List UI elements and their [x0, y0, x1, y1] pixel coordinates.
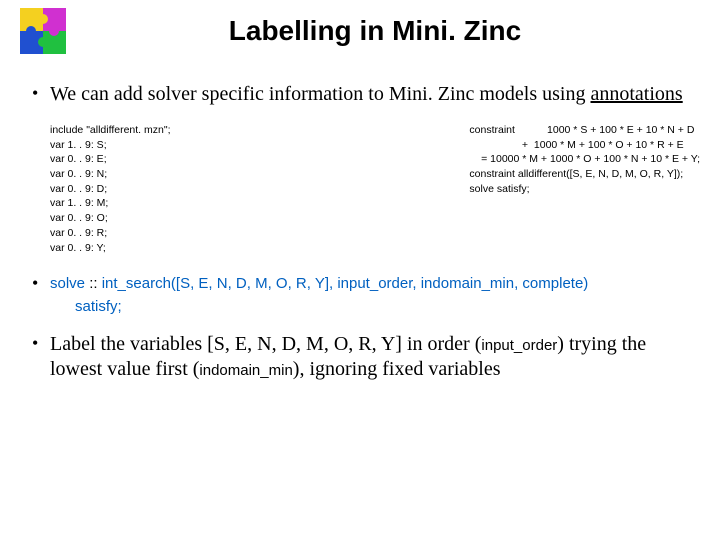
code-line: constraint 1000 * S + 100 * E + 10 * N +…: [469, 123, 700, 138]
code-right-column: constraint 1000 * S + 100 * E + 10 * N +…: [469, 123, 700, 255]
keyword-satisfy: satisfy;: [75, 298, 122, 315]
code-left-column: include "alldifferent. mzn"; var 1. . 9:…: [50, 123, 171, 255]
slide-header: Labelling in Mini. Zinc: [20, 8, 700, 54]
bullet-list-2: Label the variables [S, E, N, D, M, O, R…: [20, 332, 700, 382]
code-line: var 0. . 9: N;: [50, 167, 171, 182]
double-colon: ::: [85, 275, 102, 292]
code-line: var 0. . 9: R;: [50, 226, 171, 241]
code-line: include "alldifferent. mzn";: [50, 123, 171, 138]
code-line: constraint alldifferent([S, E, N, D, M, …: [469, 167, 700, 182]
text-seg: Label the variables [S, E, N, D, M, O, R…: [50, 333, 481, 355]
solve-annotation-row: • solve :: int_search([S, E, N, D, M, O,…: [20, 273, 700, 318]
int-search-call: int_search([S, E, N, D, M, O, R, Y], inp…: [102, 275, 589, 292]
bullet-explain: Label the variables [S, E, N, D, M, O, R…: [50, 332, 700, 382]
text-seg: ), ignoring fixed variables: [293, 358, 501, 380]
inline-code-indomain-min: indomain_min: [199, 362, 292, 379]
bullet-intro-text: We can add solver specific information t…: [50, 83, 591, 105]
slide-title: Labelling in Mini. Zinc: [50, 15, 700, 47]
bullet-list: We can add solver specific information t…: [20, 82, 700, 107]
code-line: var 0. . 9: Y;: [50, 241, 171, 256]
code-line: var 1. . 9: M;: [50, 196, 171, 211]
bullet-marker: •: [32, 273, 50, 294]
bullet-intro-underlined: annotations: [591, 83, 683, 105]
code-line: var 0. . 9: O;: [50, 211, 171, 226]
keyword-solve: solve: [50, 275, 85, 292]
code-line: = 10000 * M + 1000 * O + 100 * N + 10 * …: [469, 152, 700, 167]
code-line: var 0. . 9: E;: [50, 152, 171, 167]
code-line: + 1000 * M + 100 * O + 10 * R + E: [469, 138, 700, 153]
code-line: var 1. . 9: S;: [50, 138, 171, 153]
solve-annotation-text: solve :: int_search([S, E, N, D, M, O, R…: [50, 273, 588, 318]
code-line: solve satisfy;: [469, 182, 700, 197]
bullet-intro: We can add solver specific information t…: [50, 82, 700, 107]
code-line: var 0. . 9: D;: [50, 182, 171, 197]
code-block: include "alldifferent. mzn"; var 1. . 9:…: [20, 123, 700, 255]
inline-code-input-order: input_order: [481, 337, 557, 354]
